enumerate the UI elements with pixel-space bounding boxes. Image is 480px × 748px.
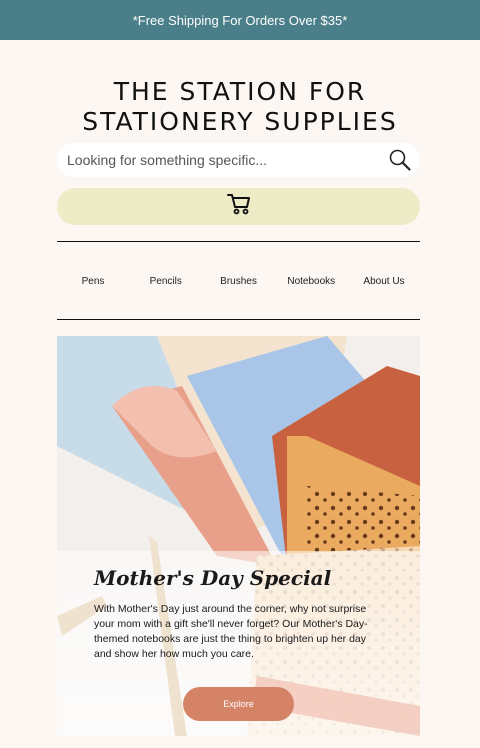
explore-button[interactable]: Explore	[183, 687, 294, 721]
site-title[interactable]: THE STATION FOR STATIONERY SUPPLIES	[40, 77, 440, 137]
promo-text: *Free Shipping For Orders Over $35*	[132, 12, 348, 28]
shopping-cart-icon	[226, 193, 251, 220]
main-nav: Pens Pencils Brushes Notebooks About Us	[57, 270, 420, 292]
hero-banner: Mother's Day Special With Mother's Day j…	[57, 336, 420, 736]
nav-divider-top	[57, 241, 420, 242]
nav-item-about-us[interactable]: About Us	[348, 276, 420, 287]
promo-bar: *Free Shipping For Orders Over $35*	[0, 0, 480, 40]
cart-button[interactable]	[57, 188, 420, 225]
hero-description: With Mother's Day just around the corner…	[94, 603, 368, 660]
search-icon[interactable]	[388, 148, 412, 172]
nav-item-pens[interactable]: Pens	[57, 276, 129, 287]
search-bar[interactable]	[57, 143, 420, 177]
nav-divider-bottom	[57, 319, 420, 320]
hero-content: Mother's Day Special With Mother's Day j…	[94, 566, 384, 662]
hero-heading: Mother's Day Special	[94, 566, 332, 590]
nav-item-pencils[interactable]: Pencils	[130, 276, 202, 287]
nav-item-brushes[interactable]: Brushes	[203, 276, 275, 287]
nav-item-notebooks[interactable]: Notebooks	[275, 276, 347, 287]
hero-image	[57, 336, 420, 736]
search-input[interactable]	[65, 151, 388, 169]
